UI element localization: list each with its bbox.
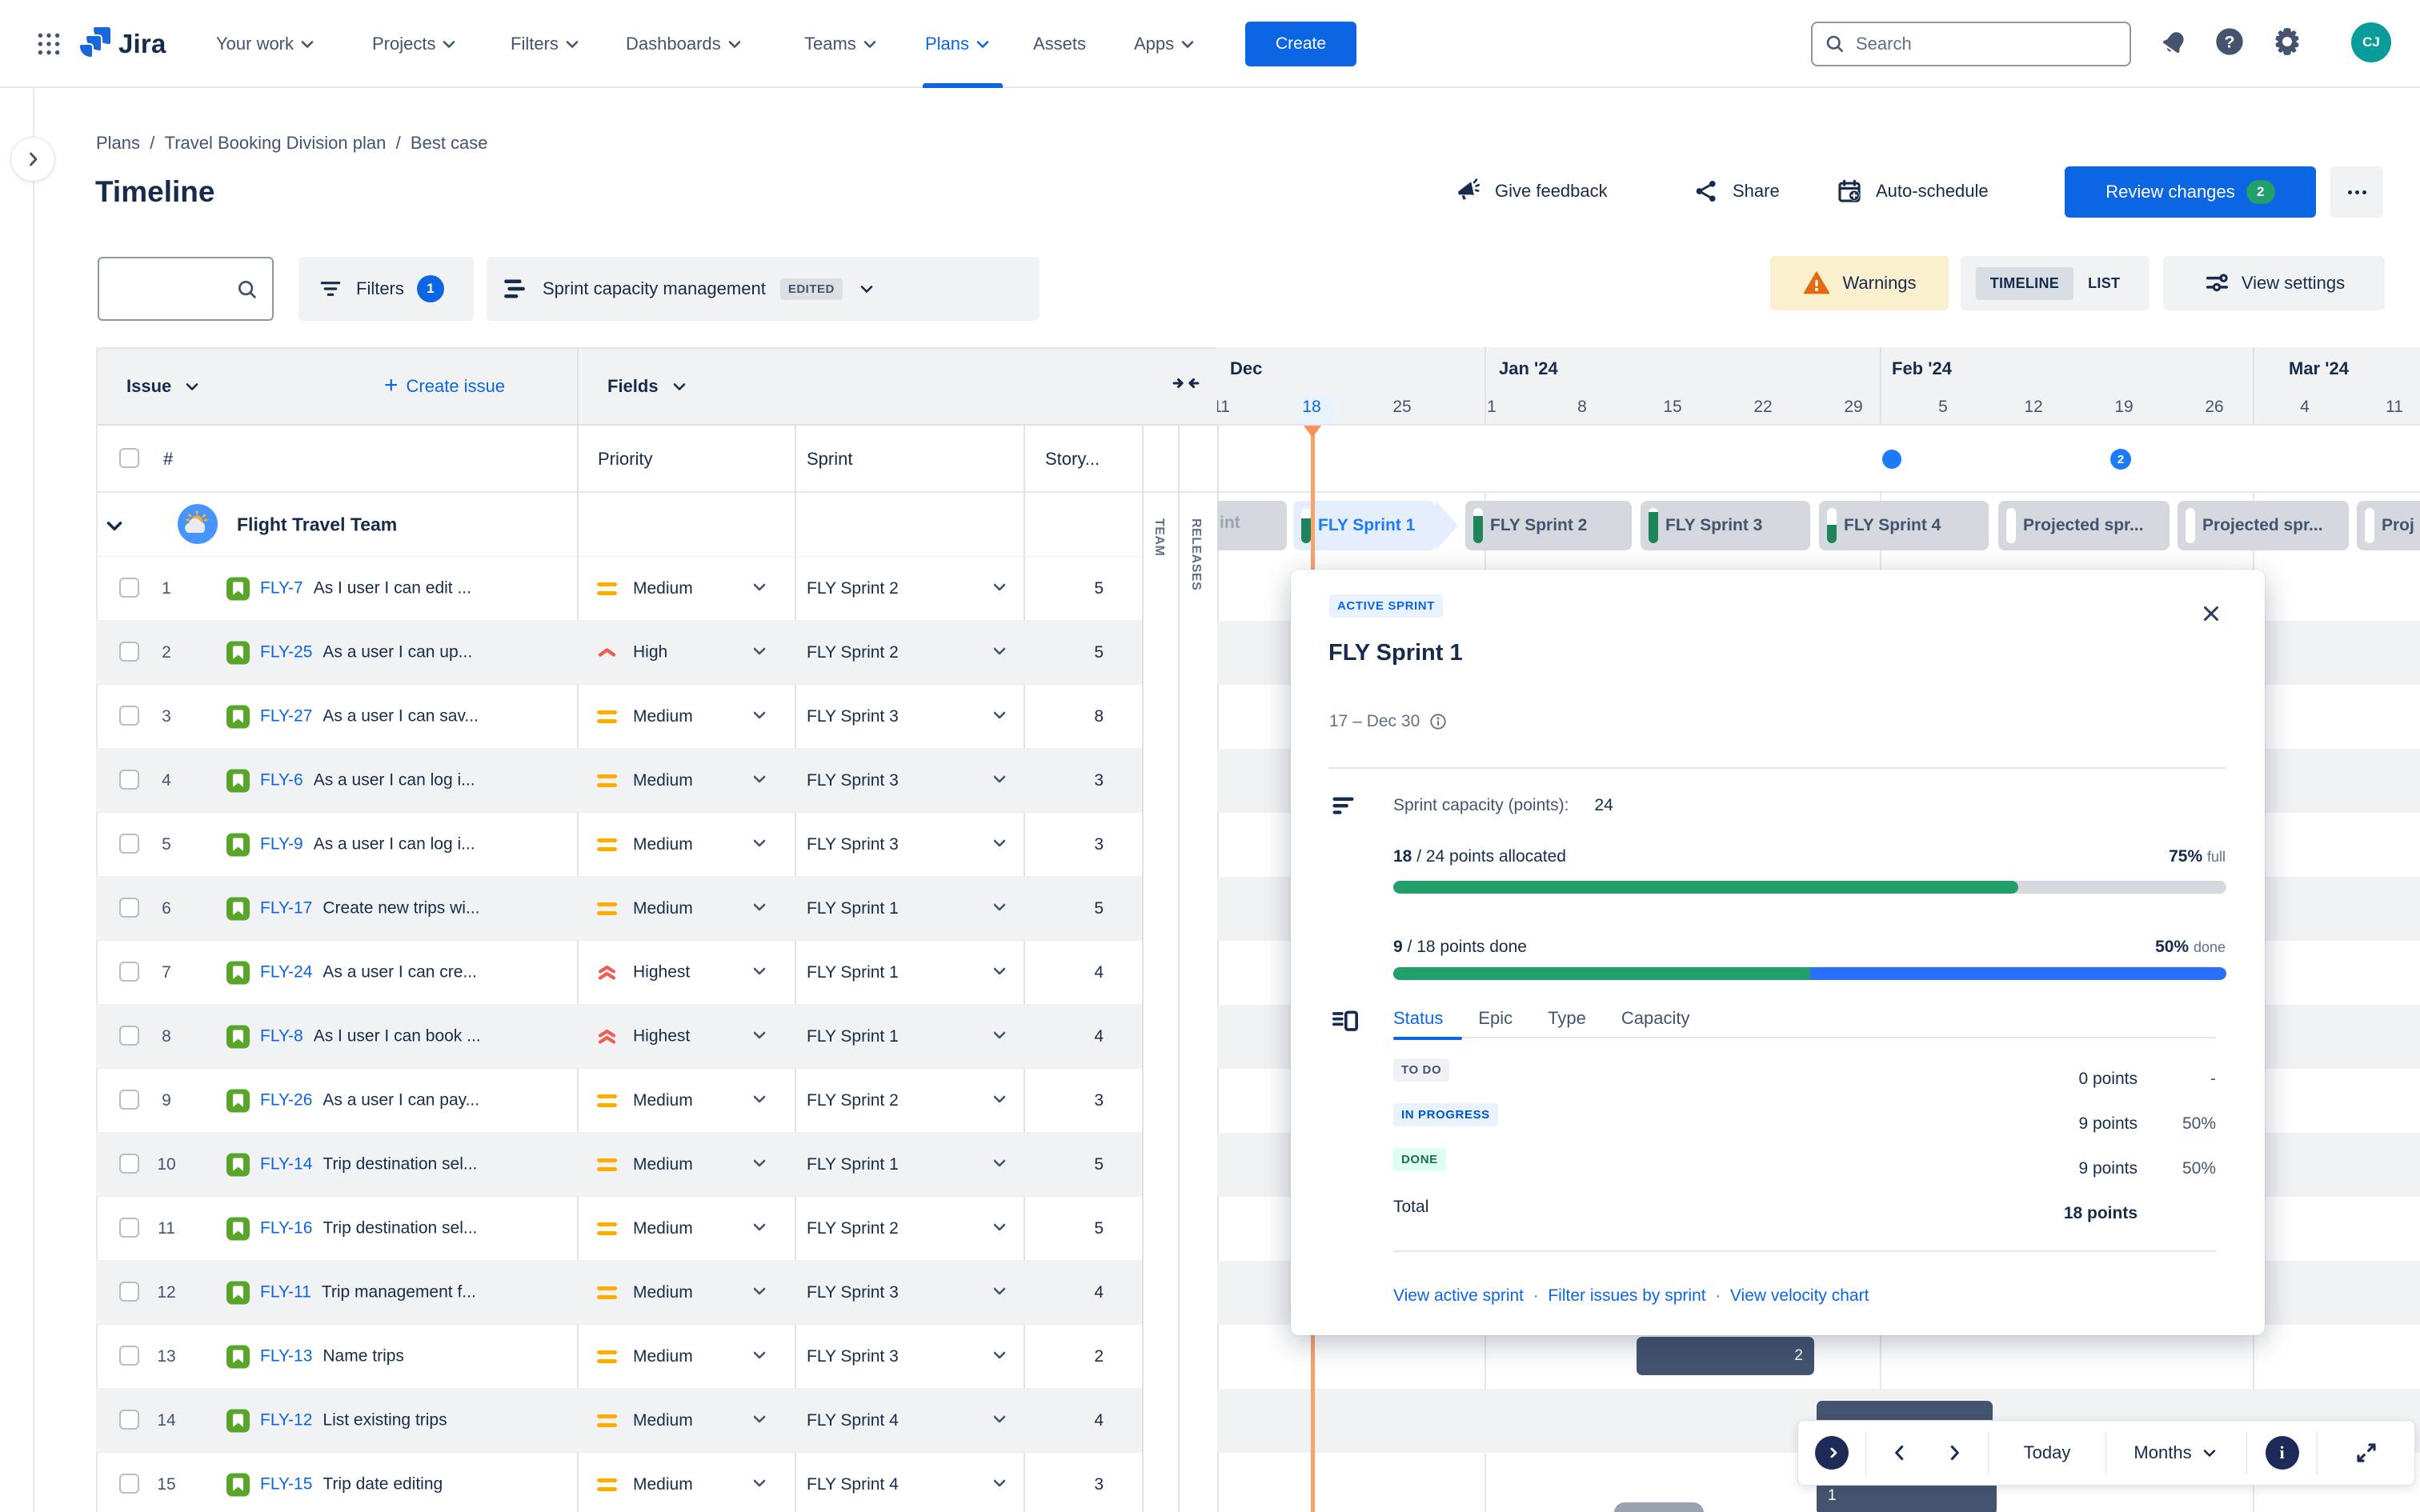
svg-text:?: ? [2224, 32, 2234, 52]
